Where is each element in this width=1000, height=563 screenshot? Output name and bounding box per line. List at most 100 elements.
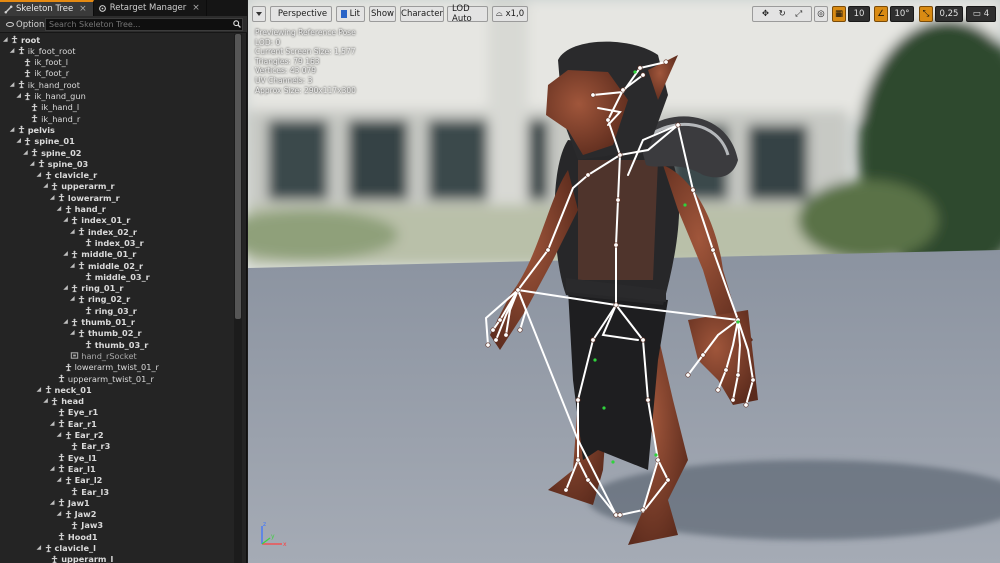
expand-triangle-icon[interactable]: ◢ xyxy=(37,386,43,393)
tree-bone-row[interactable]: lowerarm_twist_01_r xyxy=(57,362,159,373)
tree-bone-row[interactable]: index_03_r xyxy=(77,237,144,248)
tab-skeleton-tree[interactable]: Skeleton Tree × xyxy=(0,0,94,16)
tree-bone-row[interactable]: Ear_l3 xyxy=(63,486,109,497)
camera-speed-button[interactable]: ▭ 4 xyxy=(966,6,996,22)
grid-snap-toggle[interactable]: ▦ xyxy=(832,6,846,22)
tree-bone-row[interactable]: ◢ ik_hand_gun xyxy=(16,91,85,102)
expand-triangle-icon[interactable]: ◢ xyxy=(70,262,76,269)
tree-bone-row[interactable]: ◢ middle_01_r xyxy=(63,249,136,260)
tab-retarget-manager[interactable]: Retarget Manager × xyxy=(94,0,207,16)
tree-bone-row[interactable]: ◢ Jaw1 xyxy=(50,497,90,508)
tree-bone-row[interactable]: ik_foot_l xyxy=(16,57,68,68)
expand-triangle-icon[interactable]: ◢ xyxy=(50,465,56,472)
viewport-scene[interactable] xyxy=(248,0,1000,563)
tree-bone-row[interactable]: ◢ Ear_l1 xyxy=(50,463,96,474)
tree-bone-row[interactable]: ◢ hand_r xyxy=(57,204,106,215)
tree-bone-row[interactable]: ik_hand_r xyxy=(23,113,80,124)
close-tab-icon[interactable]: × xyxy=(79,4,87,14)
scale-snap-toggle[interactable]: ⤡ xyxy=(919,6,933,22)
tree-bone-row[interactable]: ◢ ik_foot_root xyxy=(10,45,76,56)
tree-bone-row[interactable]: Ear_r3 xyxy=(63,441,110,452)
expand-triangle-icon[interactable]: ◢ xyxy=(10,81,16,88)
tree-bone-row[interactable]: ring_03_r xyxy=(77,305,137,316)
tree-bone-row[interactable]: ◢ neck_01 xyxy=(37,384,92,395)
expand-triangle-icon[interactable]: ◢ xyxy=(43,398,49,404)
viewport[interactable]: Perspective Lit Show Character LOD Auto … xyxy=(248,0,1000,563)
tree-bone-row[interactable]: upperarm_twist_01_r xyxy=(50,373,154,384)
tree-bone-row[interactable]: ◢ pelvis xyxy=(10,124,55,135)
expand-triangle-icon[interactable]: ◢ xyxy=(50,499,56,506)
tree-bone-row[interactable]: thumb_03_r xyxy=(77,339,148,350)
expand-triangle-icon[interactable]: ◢ xyxy=(50,420,56,427)
expand-triangle-icon[interactable]: ◢ xyxy=(57,206,63,212)
expand-triangle-icon[interactable]: ◢ xyxy=(57,511,63,517)
tree-bone-row[interactable]: ik_foot_r xyxy=(16,68,69,79)
perspective-button[interactable]: Perspective xyxy=(270,6,332,22)
expand-triangle-icon[interactable]: ◢ xyxy=(57,432,63,438)
tree-bone-row[interactable]: ◢ middle_02_r xyxy=(70,260,143,271)
search-icon[interactable] xyxy=(233,20,241,28)
lit-button[interactable]: Lit xyxy=(336,6,365,22)
tree-bone-row[interactable]: ◢ Ear_r1 xyxy=(50,418,97,429)
expand-triangle-icon[interactable]: ◢ xyxy=(63,319,69,325)
expand-triangle-icon[interactable]: ◢ xyxy=(37,545,43,551)
tree-bone-row[interactable]: Eye_r1 xyxy=(50,407,98,418)
expand-triangle-icon[interactable]: ◢ xyxy=(57,477,63,483)
tree-bone-row[interactable]: ◢ spine_02 xyxy=(23,147,81,158)
tree-bone-row[interactable]: ◢ Ear_r2 xyxy=(57,430,104,441)
expand-triangle-icon[interactable]: ◢ xyxy=(10,47,16,54)
scale-snap-value[interactable]: 0,25 xyxy=(935,6,963,22)
tree-bone-row[interactable]: ◢ Ear_l2 xyxy=(57,475,103,486)
tree-bone-row[interactable]: Eye_l1 xyxy=(50,452,97,463)
tree-bone-row[interactable]: ◢ clavicle_r xyxy=(37,170,98,181)
expand-triangle-icon[interactable]: ◢ xyxy=(16,93,22,99)
expand-triangle-icon[interactable]: ◢ xyxy=(16,138,22,144)
tree-bone-row[interactable]: ◢ index_02_r xyxy=(70,226,137,237)
close-tab-icon[interactable]: × xyxy=(192,3,200,13)
tree-bone-row[interactable]: upperarm_l xyxy=(43,554,113,563)
scrollbar-thumb[interactable] xyxy=(235,34,241,319)
expand-triangle-icon[interactable]: ◢ xyxy=(63,251,69,257)
expand-triangle-icon[interactable]: ◢ xyxy=(63,285,69,291)
expand-triangle-icon[interactable]: ◢ xyxy=(63,217,69,223)
tree-bone-row[interactable]: Hood1 xyxy=(50,531,98,542)
tree-bone-row[interactable]: ◢ root xyxy=(3,34,40,45)
expand-triangle-icon[interactable]: ◢ xyxy=(70,330,76,336)
tree-bone-row[interactable]: ◢ Jaw2 xyxy=(57,509,97,520)
viewport-menu-button[interactable] xyxy=(252,6,266,22)
rotation-snap-toggle[interactable]: ∠ xyxy=(874,6,888,22)
tree-bone-row[interactable]: ◢ ring_01_r xyxy=(63,283,123,294)
tree-bone-row[interactable]: ◢ upperarm_r xyxy=(43,181,114,192)
tree-bone-row[interactable]: middle_03_r xyxy=(77,271,150,282)
expand-triangle-icon[interactable]: ◢ xyxy=(3,36,9,43)
grid-snap-value[interactable]: 10 xyxy=(848,6,870,22)
expand-triangle-icon[interactable]: ◢ xyxy=(50,194,56,201)
tree-bone-row[interactable]: ◢ spine_01 xyxy=(16,136,74,147)
expand-triangle-icon[interactable]: ◢ xyxy=(70,296,76,302)
show-button[interactable]: Show xyxy=(369,6,396,22)
world-space-button[interactable]: ◎ xyxy=(814,6,828,22)
tree-bone-row[interactable]: ◢ head xyxy=(43,396,84,407)
tree-bone-row[interactable]: ◢ lowerarm_r xyxy=(50,192,120,203)
expand-triangle-icon[interactable]: ◢ xyxy=(10,126,16,133)
lod-button[interactable]: LOD Auto xyxy=(447,4,488,24)
tree-bone-row[interactable]: ◢ thumb_01_r xyxy=(63,317,135,328)
rotate-icon[interactable]: ↻ xyxy=(779,9,786,19)
expand-triangle-icon[interactable]: ◢ xyxy=(23,149,29,156)
playback-speed-button[interactable]: ⌓ x1,0 xyxy=(492,6,528,22)
expand-triangle-icon[interactable]: ◢ xyxy=(30,160,36,167)
expand-triangle-icon[interactable]: ◢ xyxy=(70,228,76,235)
tree-bone-row[interactable]: ◢ index_01_r xyxy=(63,215,130,226)
tree-bone-row[interactable]: ◢ thumb_02_r xyxy=(70,328,142,339)
expand-triangle-icon[interactable]: ◢ xyxy=(43,183,49,189)
tree-scrollbar[interactable] xyxy=(234,34,242,563)
character-button[interactable]: Character xyxy=(400,6,444,22)
expand-triangle-icon[interactable]: ◢ xyxy=(37,172,43,178)
rotation-snap-value[interactable]: 10° xyxy=(890,6,914,22)
tree-bone-row[interactable]: ◢ clavicle_l xyxy=(37,543,96,554)
tree-socket-row[interactable]: hand_rSocket xyxy=(63,350,137,361)
tree-bone-row[interactable]: ik_hand_l xyxy=(23,102,79,113)
tree-bone-row[interactable]: ◢ ik_hand_root xyxy=(10,79,80,90)
scale-icon[interactable]: ⤢ xyxy=(795,9,802,19)
tree-bone-row[interactable]: ◢ ring_02_r xyxy=(70,294,130,305)
